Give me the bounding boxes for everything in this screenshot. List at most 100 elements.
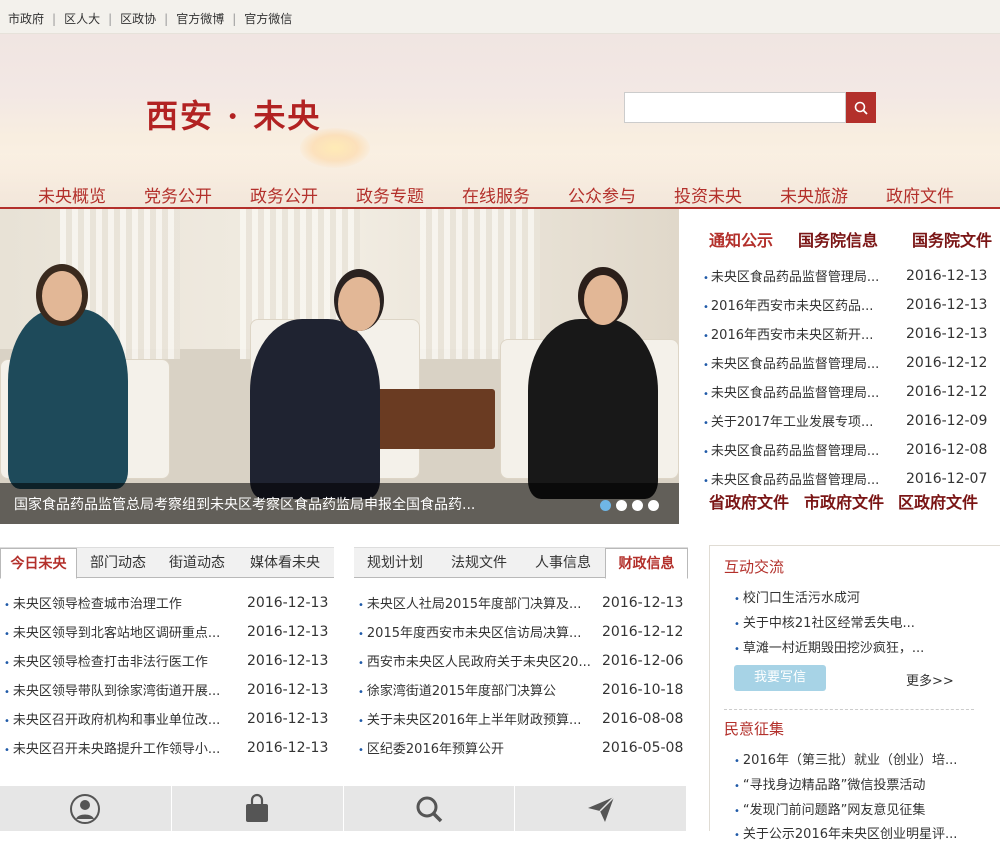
nav-government-affairs[interactable]: 政务公开 [250,182,318,207]
tab-personnel[interactable]: 人事信息 [522,548,604,579]
list-item[interactable]: 未央区领导到北客站地区调研重点...2016-12-13 [0,617,328,646]
list-item[interactable]: 2015年度西安市未央区信访局决算...2016-12-12 [354,617,683,646]
list-item[interactable]: 关于公示2016年未央区创业明星评... [734,823,994,842]
slide-dot[interactable] [600,500,611,511]
separator: | [108,11,113,26]
nav-government-documents[interactable]: 政府文件 [886,182,954,207]
list-item[interactable]: 2016年西安市未央区新开... 2016-12-13 [699,319,1000,348]
quick-link-user[interactable] [0,786,172,831]
item-date: 2016-12-13 [247,652,329,669]
item-date: 2016-12-13 [247,681,329,698]
quick-link-bag[interactable] [172,786,344,831]
item-date: 2016-12-12 [906,354,988,371]
item-title[interactable]: 2016年西安市未央区新开... [699,324,899,343]
link-district-congress[interactable]: 区人大 [64,10,100,27]
main-nav: 未央概览 党务公开 政务公开 政务专题 在线服务 公众参与 投资未央 未央旅游 … [0,173,1000,209]
list-item[interactable]: 未央区食品药品监督管理局... 2016-12-12 [699,348,1000,377]
item-title[interactable]: 2016年西安市未央区药品... [699,295,899,314]
item-title[interactable]: 未央区领导检查城市治理工作 [0,593,247,612]
list-item[interactable]: 校门口生活污水成河 [734,587,994,606]
item-title[interactable]: 未央区食品药品监督管理局... [699,266,899,285]
info-tabs: 规划计划 法规文件 人事信息 财政信息 [354,548,688,579]
nav-online-services[interactable]: 在线服务 [462,182,530,207]
list-item[interactable]: 未央区食品药品监督管理局... 2016-12-13 [699,261,1000,290]
slide-caption[interactable]: 国家食品药品监管总局考察组到未央区考察区食品药监局申报全国食品药... [0,483,679,524]
list-item[interactable]: “寻找身边精品路”微信投票活动 [734,774,994,793]
tab-municipal-docs[interactable]: 市政府文件 [804,489,884,513]
link-weibo[interactable]: 官方微博 [176,10,224,27]
write-letter-button[interactable]: 我要写信 [734,665,826,691]
list-item[interactable]: 区纪委2016年预算公开2016-05-08 [354,733,683,762]
slide-dot[interactable] [632,500,643,511]
tab-department-news[interactable]: 部门动态 [80,548,156,579]
quick-links-bar [0,786,687,831]
item-title[interactable]: 未央区领导带队到徐家湾街道开展... [0,680,247,699]
list-item[interactable]: 关于未央区2016年上半年财政预算...2016-08-08 [354,704,683,733]
item-title[interactable]: 西安市未央区人民政府关于未央区20... [354,651,602,670]
nav-tourism[interactable]: 未央旅游 [780,182,848,207]
divider [724,709,974,710]
nav-public-participation[interactable]: 公众参与 [568,182,636,207]
nav-party-affairs[interactable]: 党务公开 [144,182,212,207]
item-title[interactable]: 关于未央区2016年上半年财政预算... [354,709,602,728]
list-item[interactable]: 未央区召开未央路提升工作领导小...2016-12-13 [0,733,328,762]
slide-dot[interactable] [648,500,659,511]
tab-media-coverage[interactable]: 媒体看未央 [238,548,332,579]
list-item[interactable]: 关于中核21社区经常丢失电... [734,612,994,631]
tab-regulations[interactable]: 法规文件 [438,548,520,579]
list-item[interactable]: 西安市未央区人民政府关于未央区20...2016-12-06 [354,646,683,675]
nav-overview[interactable]: 未央概览 [38,182,106,207]
tab-street-news[interactable]: 街道动态 [158,548,236,579]
list-item[interactable]: 未央区领导检查打击非法行医工作2016-12-13 [0,646,328,675]
item-title[interactable]: 未央区食品药品监督管理局... [699,353,899,372]
news-tabs: 今日未央 部门动态 街道动态 媒体看未央 [0,548,334,579]
list-item[interactable]: 未央区领导检查城市治理工作2016-12-13 [0,588,328,617]
list-item[interactable]: 未央区人社局2015年度部门决算及...2016-12-13 [354,588,683,617]
nav-special-topics[interactable]: 政务专题 [356,182,424,207]
list-item[interactable]: 未央区食品药品监督管理局... 2016-12-08 [699,435,1000,464]
list-item[interactable]: “发现门前问题路”网友意见征集 [734,799,994,818]
tab-state-council-docs[interactable]: 国务院文件 [912,227,992,251]
list-item[interactable]: 2016年（第三批）就业（创业）培... [734,749,994,768]
tab-today-weiyang[interactable]: 今日未央 [0,548,77,579]
tab-planning[interactable]: 规划计划 [354,548,436,579]
tab-state-council-info[interactable]: 国务院信息 [798,227,878,251]
tab-finance[interactable]: 财政信息 [605,548,688,579]
item-title[interactable]: 未央区人社局2015年度部门决算及... [354,593,602,612]
quick-link-search[interactable] [344,786,516,831]
search-button[interactable] [846,92,876,123]
item-title[interactable]: 徐家湾街道2015年度部门决算公 [354,680,602,699]
list-item[interactable]: 未央区食品药品监督管理局... 2016-12-12 [699,377,1000,406]
list-item[interactable]: 未央区召开政府机构和事业单位改...2016-12-13 [0,704,328,733]
search-input[interactable] [624,92,846,123]
more-link[interactable]: 更多>> [906,670,954,689]
item-title[interactable]: 区纪委2016年预算公开 [354,738,602,757]
slide-dot[interactable] [616,500,627,511]
link-city-government[interactable]: 市政府 [8,10,44,27]
item-title[interactable]: 未央区召开未央路提升工作领导小... [0,738,247,757]
link-wechat[interactable]: 官方微信 [244,10,292,27]
item-title[interactable]: 未央区领导到北客站地区调研重点... [0,622,247,641]
list-item[interactable]: 草滩一村近期毁田挖沙疯狂，... [734,637,994,656]
item-title[interactable]: 未央区召开政府机构和事业单位改... [0,709,247,728]
list-item[interactable]: 2016年西安市未央区药品... 2016-12-13 [699,290,1000,319]
item-title[interactable]: 未央区领导检查打击非法行医工作 [0,651,247,670]
news-slider[interactable]: 国家食品药品监管总局考察组到未央区考察区食品药监局申报全国食品药... [0,209,679,524]
link-district-cppcc[interactable]: 区政协 [120,10,156,27]
item-title[interactable]: 未央区食品药品监督管理局... [699,469,899,488]
list-item[interactable]: 未央区领导带队到徐家湾街道开展...2016-12-13 [0,675,328,704]
tab-district-docs[interactable]: 区政府文件 [898,489,978,513]
quick-link-send[interactable] [515,786,687,831]
item-title[interactable]: 未央区食品药品监督管理局... [699,440,899,459]
tab-provincial-docs[interactable]: 省政府文件 [709,489,789,513]
item-date: 2016-12-09 [906,412,988,429]
nav-investment[interactable]: 投资未央 [674,182,742,207]
list-item[interactable]: 关于2017年工业发展专项... 2016-12-09 [699,406,1000,435]
item-title[interactable]: 2015年度西安市未央区信访局决算... [354,622,602,641]
site-logo-title[interactable]: 西安 · 未央 [146,91,321,137]
list-item[interactable]: 徐家湾街道2015年度部门决算公2016-10-18 [354,675,683,704]
item-title[interactable]: 未央区食品药品监督管理局... [699,382,899,401]
item-title[interactable]: 关于2017年工业发展专项... [699,411,899,430]
tab-notices[interactable]: 通知公示 [709,227,773,251]
item-date: 2016-12-13 [247,594,329,611]
